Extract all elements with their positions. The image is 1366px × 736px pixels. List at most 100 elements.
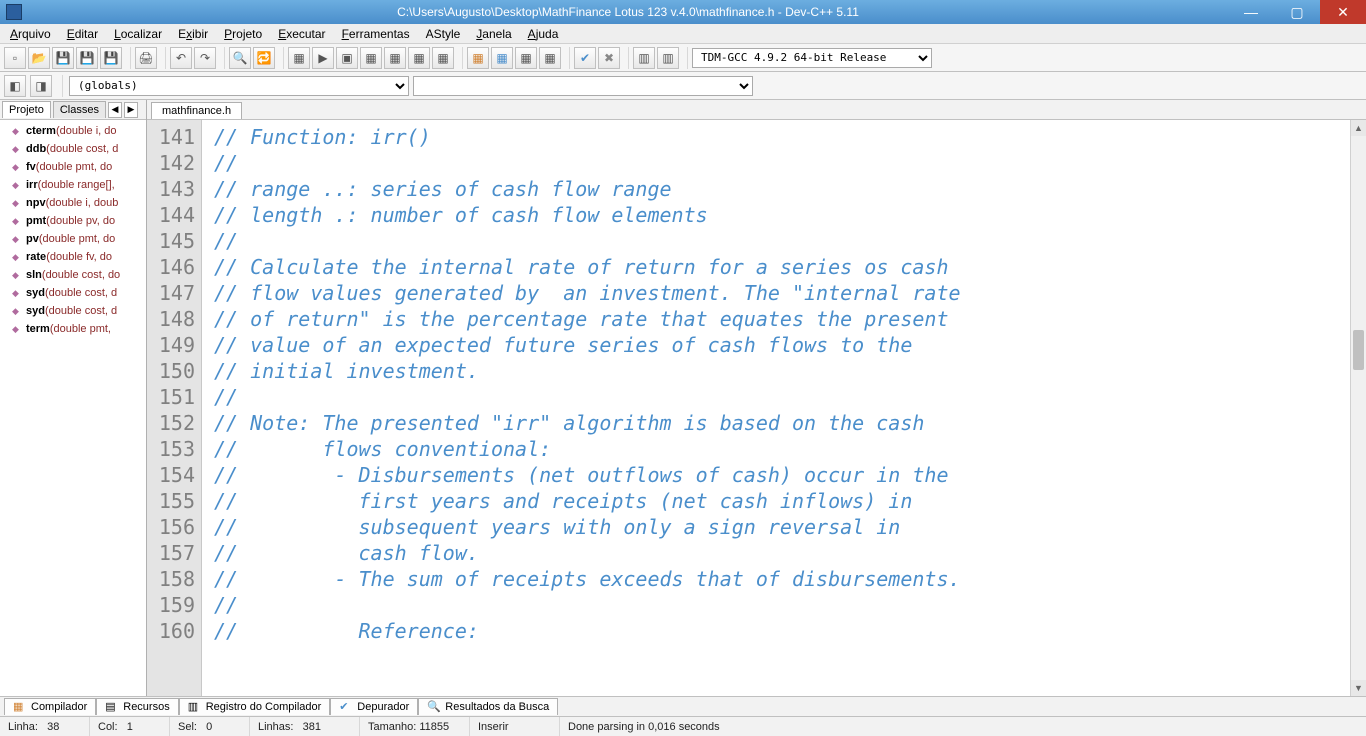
class-item-sig: (double i, do xyxy=(56,125,117,137)
bottom-tabs: ▦Compilador ▤Recursos ▥Registro do Compi… xyxy=(0,696,1366,716)
tab-classes[interactable]: Classes xyxy=(53,101,106,118)
status-bar: Linha: 38 Col: 1 Sel: 0 Linhas: 381 Tama… xyxy=(0,716,1366,736)
class-item[interactable]: ◆term (double pmt, xyxy=(2,320,146,338)
code-area: 141 142 143 144 145 146 147 148 149 150 … xyxy=(147,120,1366,696)
menu-janela[interactable]: Janela xyxy=(470,25,517,43)
class-item[interactable]: ◆sln (double cost, do xyxy=(2,266,146,284)
class-item-name: fv xyxy=(26,161,36,173)
class-item[interactable]: ◆cterm (double i, do xyxy=(2,122,146,140)
toolbar-sep xyxy=(279,47,284,69)
minimize-button[interactable]: — xyxy=(1228,0,1274,24)
scroll-down-icon[interactable]: ▼ xyxy=(1351,680,1366,696)
menu-executar[interactable]: Executar xyxy=(272,25,331,43)
window-buttons: — ▢ ✕ xyxy=(1228,0,1366,24)
class-item[interactable]: ◆fv (double pmt, do xyxy=(2,158,146,176)
vertical-scrollbar[interactable]: ▲ ▼ xyxy=(1350,120,1366,696)
toolbar-sep xyxy=(565,47,570,69)
menu-ajuda[interactable]: Ajuda xyxy=(522,25,565,43)
chart-icon[interactable]: ▥ xyxy=(633,47,655,69)
method-icon: ◆ xyxy=(12,126,22,136)
compile-icon[interactable]: ▦ xyxy=(288,47,310,69)
menu-arquivo[interactable]: Arquivo xyxy=(4,25,57,43)
class-item-sig: (double cost, d xyxy=(45,287,117,299)
class-item-name: irr xyxy=(26,179,38,191)
class-item-sig: (double cost, d xyxy=(46,143,118,155)
replace-icon[interactable]: 🔁 xyxy=(253,47,275,69)
menu-exibir[interactable]: Exibir xyxy=(172,25,214,43)
tab-resultados[interactable]: 🔍Resultados da Busca xyxy=(418,698,558,715)
menu-bar: Arquivo Editar Localizar Exibir Projeto … xyxy=(0,24,1366,44)
new-file-icon[interactable]: ▫ xyxy=(4,47,26,69)
class-item[interactable]: ◆syd (double cost, d xyxy=(2,284,146,302)
rebuild-icon[interactable]: ▦ xyxy=(360,47,382,69)
class-item[interactable]: ◆syd (double cost, d xyxy=(2,302,146,320)
editor-tab-mathfinance[interactable]: mathfinance.h xyxy=(151,102,242,119)
grid-icon[interactable]: ▦ xyxy=(467,47,489,69)
class-item[interactable]: ◆irr (double range[], xyxy=(2,176,146,194)
forward-icon[interactable]: ◨ xyxy=(30,75,52,97)
save-icon[interactable]: 💾 xyxy=(52,47,74,69)
class-item[interactable]: ◆pv (double pmt, do xyxy=(2,230,146,248)
class-item-sig: (double range[], xyxy=(38,179,115,191)
tab-recursos[interactable]: ▤Recursos xyxy=(96,698,178,715)
chart2-icon[interactable]: ▥ xyxy=(657,47,679,69)
debug-icon[interactable]: ▦ xyxy=(384,47,406,69)
method-icon: ◆ xyxy=(12,270,22,280)
tab-nav-left-icon[interactable]: ◀ xyxy=(108,102,122,118)
menu-astyle[interactable]: AStyle xyxy=(420,25,467,43)
code-text[interactable]: // Function: irr() // // range ..: serie… xyxy=(202,120,1350,696)
tab-projeto[interactable]: Projeto xyxy=(2,101,51,118)
check-icon[interactable]: ✔ xyxy=(574,47,596,69)
menu-projeto[interactable]: Projeto xyxy=(218,25,268,43)
line-gutter: 141 142 143 144 145 146 147 148 149 150 … xyxy=(147,120,202,696)
back-icon[interactable]: ◧ xyxy=(4,75,26,97)
resource-icon: ▤ xyxy=(105,700,119,714)
grid3-icon[interactable]: ▦ xyxy=(515,47,537,69)
status-parse: Done parsing in 0,016 seconds xyxy=(560,717,1366,736)
close-button[interactable]: ✕ xyxy=(1320,0,1366,24)
save-as-icon[interactable]: 💾 xyxy=(100,47,122,69)
compiler-selector[interactable]: TDM-GCC 4.9.2 64-bit Release xyxy=(692,48,932,68)
tab-depurador[interactable]: ✔Depurador xyxy=(330,698,418,715)
scope-selector[interactable]: (globals) xyxy=(69,76,409,96)
cancel-icon[interactable]: ✖ xyxy=(598,47,620,69)
menu-editar[interactable]: Editar xyxy=(61,25,104,43)
tab-nav-right-icon[interactable]: ▶ xyxy=(124,102,138,118)
menu-localizar[interactable]: Localizar xyxy=(108,25,168,43)
class-item[interactable]: ◆rate (double fv, do xyxy=(2,248,146,266)
tab-registro[interactable]: ▥Registro do Compilador xyxy=(179,698,331,715)
redo-icon[interactable]: ↷ xyxy=(194,47,216,69)
grid2-icon[interactable]: ▦ xyxy=(491,47,513,69)
class-item-name: ddb xyxy=(26,143,46,155)
editor-tabs: mathfinance.h xyxy=(147,100,1366,120)
grid4-icon[interactable]: ▦ xyxy=(539,47,561,69)
member-selector[interactable] xyxy=(413,76,753,96)
log-icon: ▥ xyxy=(188,700,202,714)
maximize-button[interactable]: ▢ xyxy=(1274,0,1320,24)
class-item-name: syd xyxy=(26,305,45,317)
class-list[interactable]: ◆cterm (double i, do◆ddb (double cost, d… xyxy=(0,120,146,696)
scroll-up-icon[interactable]: ▲ xyxy=(1351,120,1366,136)
open-file-icon[interactable]: 📂 xyxy=(28,47,50,69)
save-all-icon[interactable]: 💾 xyxy=(76,47,98,69)
tab-compilador[interactable]: ▦Compilador xyxy=(4,698,96,715)
profile-icon[interactable]: ▦ xyxy=(432,47,454,69)
print-icon[interactable]: 🖨 xyxy=(135,47,157,69)
find-icon[interactable]: 🔍 xyxy=(229,47,251,69)
toolbar-sep xyxy=(683,47,688,69)
compile-run-icon[interactable]: ▣ xyxy=(336,47,358,69)
run-icon[interactable]: ▶ xyxy=(312,47,334,69)
undo-icon[interactable]: ↶ xyxy=(170,47,192,69)
class-item[interactable]: ◆npv (double i, doub xyxy=(2,194,146,212)
scroll-thumb[interactable] xyxy=(1353,330,1364,370)
class-item-sig: (double pmt, do xyxy=(36,161,112,173)
class-item-sig: (double fv, do xyxy=(46,251,112,263)
class-item[interactable]: ◆pmt (double pv, do xyxy=(2,212,146,230)
class-item-name: sln xyxy=(26,269,42,281)
class-item-name: pmt xyxy=(26,215,46,227)
stop-icon[interactable]: ▦ xyxy=(408,47,430,69)
class-item-name: syd xyxy=(26,287,45,299)
class-item[interactable]: ◆ddb (double cost, d xyxy=(2,140,146,158)
menu-ferramentas[interactable]: Ferramentas xyxy=(336,25,416,43)
check-icon: ✔ xyxy=(339,700,353,714)
